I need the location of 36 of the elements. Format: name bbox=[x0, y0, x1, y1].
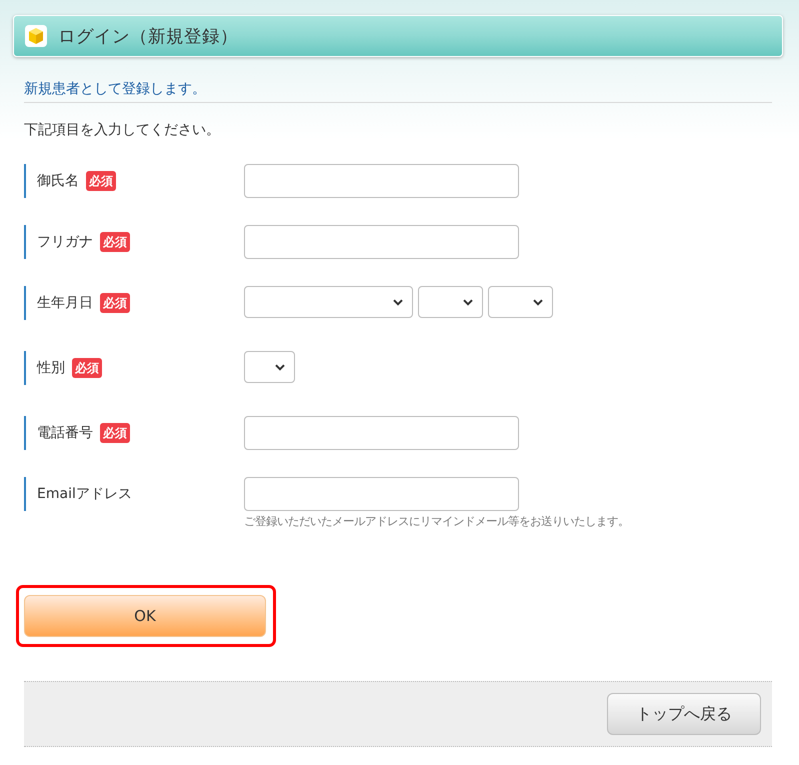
text-field[interactable] bbox=[244, 477, 519, 511]
instruction-text: 下記項目を入力してください。 bbox=[24, 121, 221, 140]
cube-icon bbox=[25, 25, 47, 47]
label-accent-bar bbox=[24, 351, 26, 385]
required-badge: 必須 bbox=[100, 293, 130, 313]
chevron-down-icon bbox=[463, 298, 473, 306]
label-accent-bar bbox=[24, 225, 26, 259]
required-badge: 必須 bbox=[86, 171, 116, 191]
text-field[interactable] bbox=[244, 164, 519, 198]
field-label: Emailアドレス bbox=[37, 485, 132, 503]
chevron-down-icon bbox=[533, 298, 543, 306]
dropdown-field[interactable] bbox=[244, 351, 295, 383]
ok-button[interactable]: OK bbox=[24, 595, 266, 637]
required-badge: 必須 bbox=[100, 232, 130, 252]
field-label: 電話番号 bbox=[37, 424, 93, 442]
chevron-down-icon bbox=[275, 364, 285, 370]
chevron-down-icon bbox=[393, 298, 403, 306]
required-badge: 必須 bbox=[100, 423, 130, 443]
label-accent-bar bbox=[24, 286, 26, 320]
label-accent-bar bbox=[24, 477, 26, 511]
label-accent-bar bbox=[24, 416, 26, 450]
required-badge: 必須 bbox=[72, 358, 102, 378]
dropdown-field[interactable] bbox=[244, 286, 413, 318]
dropdown-field[interactable] bbox=[488, 286, 553, 318]
field-label: フリガナ bbox=[37, 233, 93, 251]
back-to-top-button[interactable]: トップへ戻る bbox=[607, 693, 761, 735]
field-label: 生年月日 bbox=[37, 294, 93, 312]
page-title: ログイン（新規登録） bbox=[58, 26, 238, 48]
label-accent-bar bbox=[24, 164, 26, 198]
text-field[interactable] bbox=[244, 416, 519, 450]
dropdown-field[interactable] bbox=[418, 286, 483, 318]
section-heading: 新規患者として登録します。 bbox=[24, 79, 772, 103]
field-hint: ご登録いただいたメールアドレスにリマインドメール等をお送りいたします。 bbox=[244, 514, 630, 530]
field-label: 御氏名 bbox=[37, 172, 79, 190]
text-field[interactable] bbox=[244, 225, 519, 259]
field-label: 性別 bbox=[37, 359, 65, 377]
